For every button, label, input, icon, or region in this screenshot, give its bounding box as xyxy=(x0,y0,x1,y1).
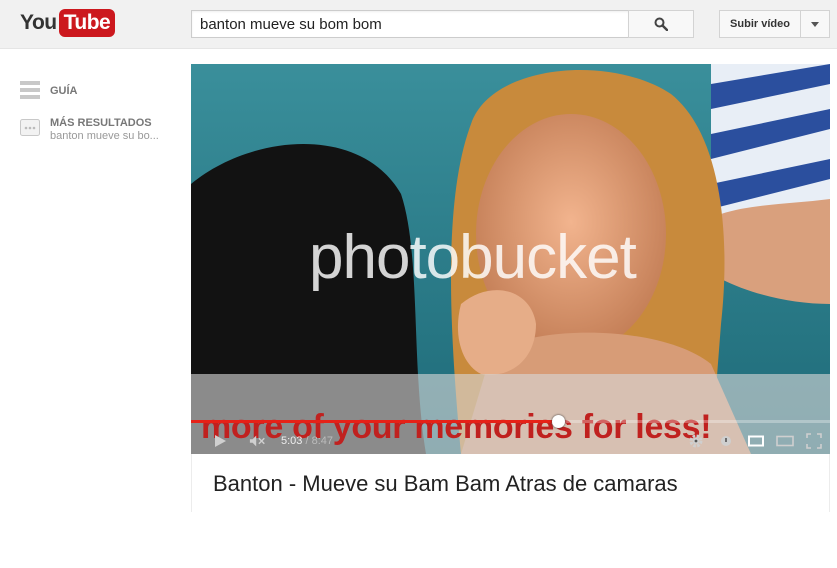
play-button[interactable] xyxy=(211,432,229,450)
sidebar-item-label: MÁS RESULTADOS xyxy=(50,117,152,129)
play-icon xyxy=(215,435,226,447)
logo-you: You xyxy=(20,11,57,34)
sidebar-item-guide[interactable]: GUÍA xyxy=(20,80,78,100)
menu-icon xyxy=(20,81,40,99)
search-box xyxy=(191,10,629,38)
chevron-down-icon xyxy=(811,21,819,27)
large-player-button[interactable] xyxy=(776,432,794,450)
upload-button[interactable]: Subir vídeo xyxy=(719,10,801,38)
large-player-icon xyxy=(776,435,794,447)
progress-fill xyxy=(191,420,559,423)
volume-button[interactable] xyxy=(249,432,267,450)
time-separator: / xyxy=(305,435,309,447)
gear-icon xyxy=(689,434,703,448)
progress-bar[interactable] xyxy=(191,420,830,423)
time-display: 5:03 / 8:47 xyxy=(281,435,333,447)
photobucket-watermark: photobucket xyxy=(309,223,637,292)
small-player-icon xyxy=(748,435,764,447)
search-input[interactable] xyxy=(192,11,629,37)
search-button[interactable] xyxy=(628,10,694,38)
youtube-logo[interactable]: You Tube xyxy=(20,9,116,37)
mute-icon xyxy=(249,435,265,447)
video-info: Banton - Mueve su Bam Bam Atras de camar… xyxy=(191,454,830,512)
fullscreen-icon xyxy=(806,433,822,449)
sidebar-item-sublabel: banton mueve su bo... xyxy=(50,130,159,142)
sidebar-item-more-results[interactable]: MÁS RESULTADOS banton mueve su bo... xyxy=(20,117,159,142)
annotations-button[interactable] xyxy=(717,432,735,450)
sidebar-item-label: GUÍA xyxy=(50,85,78,97)
annotations-icon xyxy=(721,436,731,446)
logo-tube: Tube xyxy=(58,9,116,37)
player-controls: 5:03 / 8:47 xyxy=(191,429,830,454)
fullscreen-button[interactable] xyxy=(805,432,823,450)
video-player[interactable]: photobucket more of your memories for le… xyxy=(191,64,830,454)
duration: 8:47 xyxy=(311,435,334,447)
results-icon xyxy=(20,119,40,136)
masthead: You Tube Subir vídeo xyxy=(0,0,837,49)
small-player-button[interactable] xyxy=(747,432,765,450)
upload-menu-button[interactable] xyxy=(800,10,830,38)
settings-button[interactable] xyxy=(687,432,705,450)
search-icon xyxy=(654,17,668,31)
video-title: Banton - Mueve su Bam Bam Atras de camar… xyxy=(213,471,678,496)
current-time: 5:03 xyxy=(281,435,303,447)
